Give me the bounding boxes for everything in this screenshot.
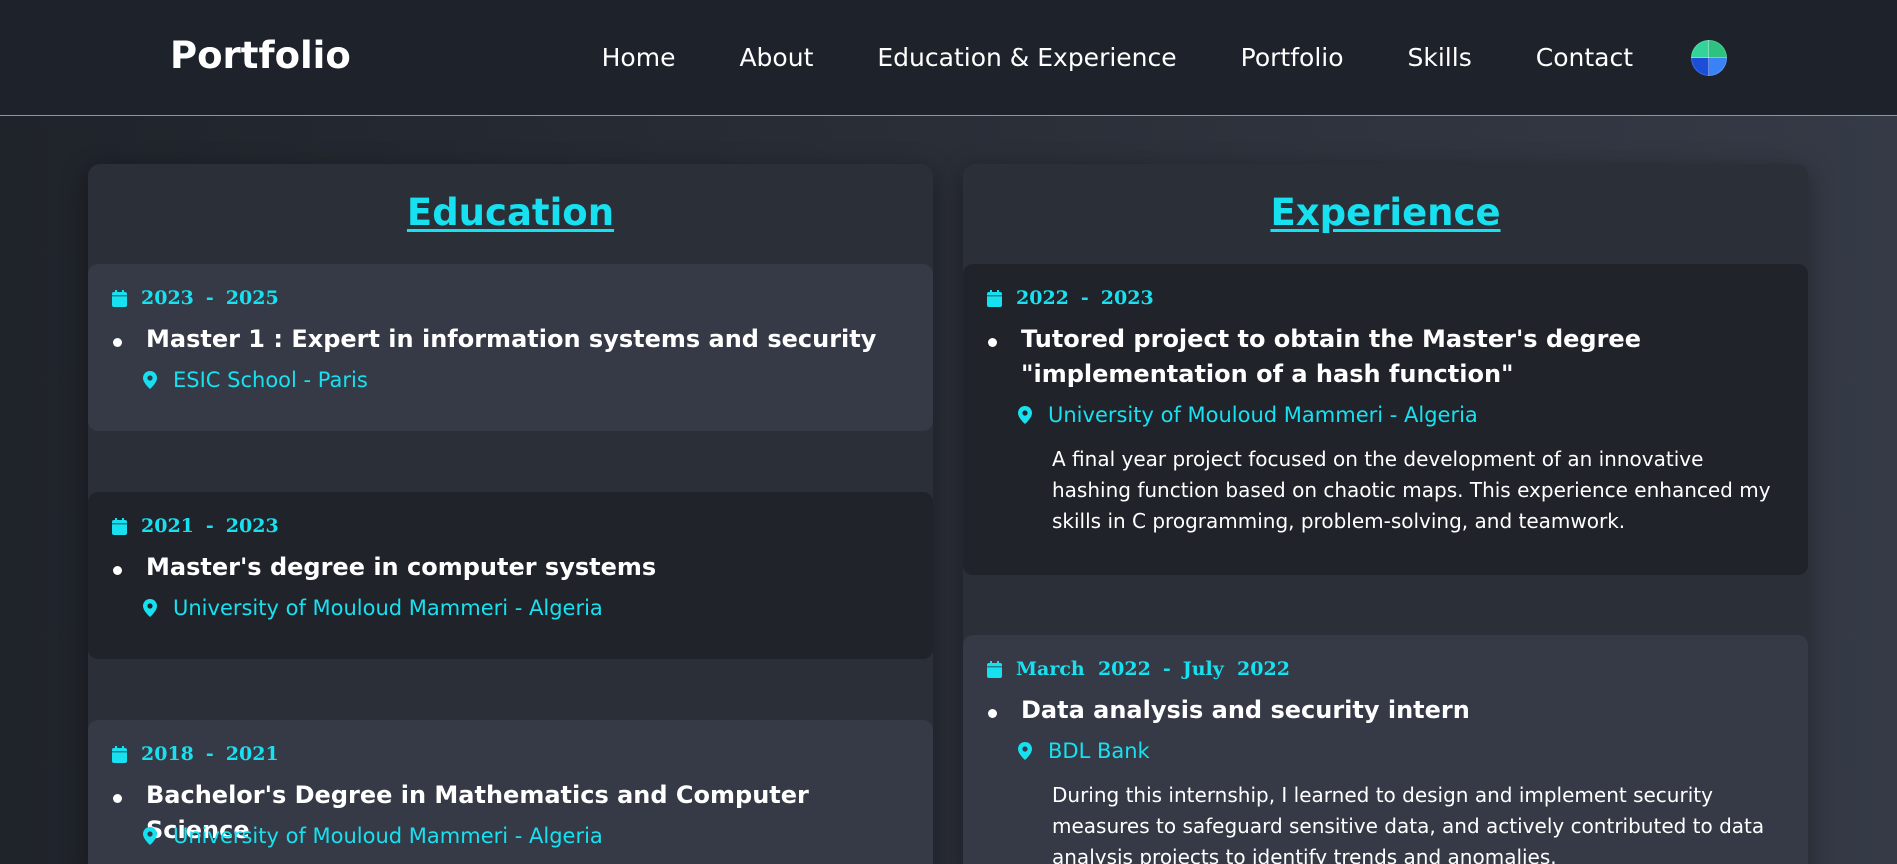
calendar-icon [112,517,127,535]
nav-link-skills[interactable]: Skills [1408,40,1472,76]
date-start: 2018 [141,743,194,765]
location-pin-icon [1018,406,1032,424]
calendar-icon [987,289,1002,307]
nav-link-portfolio[interactable]: Portfolio [1241,40,1344,76]
date-start: 2021 [141,515,194,537]
education-place: ESIC School - Paris [143,365,368,395]
date-range: 2018 - 2021 [112,742,279,766]
navbar: Portfolio Home About Education & Experie… [0,0,1897,116]
nav-link-home[interactable]: Home [602,40,676,76]
date-range: 2023 - 2025 [112,286,279,310]
place-label: University of Mouloud Mammeri - Algeria [173,596,603,620]
globe-icon[interactable] [1691,40,1727,76]
experience-description: A final year project focused on the deve… [1052,447,1771,533]
bullet-point [113,566,122,575]
bullet-point [113,794,122,803]
education-title: Master 1 : Expert in information systems… [146,325,877,353]
nav-links: Home About Education & Experience Portfo… [602,40,1727,76]
experience-title: Data analysis and security intern [1021,696,1470,724]
date-start: 2023 [141,287,194,309]
place-label: ESIC School - Paris [173,368,368,392]
calendar-icon [987,660,1002,678]
education-card: 2023 - 2025 Master 1 : Expert in informa… [88,264,933,431]
date-end: 2023 [1100,287,1154,309]
experience-card: 2022 - 2023 Tutored project to obtain th… [963,264,1808,575]
education-place: University of Mouloud Mammeri - Algeria [143,593,603,623]
experience-section: Experience 2022 - 2023 Tutored project t… [963,164,1808,864]
brand-logo[interactable]: Portfolio [170,34,351,78]
date-range: 2021 - 2023 [112,514,279,538]
bullet-point [988,709,997,718]
date-start: March 2022 [1016,658,1151,680]
location-pin-icon [1018,742,1032,760]
date-end: 2021 [225,743,279,765]
nav-link-education-experience[interactable]: Education & Experience [877,40,1176,76]
date-start: 2022 [1016,287,1069,309]
date-range: March 2022 - July 2022 [987,657,1290,681]
place-label: BDL Bank [1048,739,1150,763]
experience-heading: Experience [1270,191,1501,234]
location-pin-icon [143,371,157,389]
education-section: Education 2023 - 2025 Master 1 : Expert … [88,164,933,864]
place-label: University of Mouloud Mammeri - Algeria [173,824,603,848]
calendar-icon [112,745,127,763]
education-card: 2018 - 2021 Bachelor's Degree in Mathema… [88,720,933,864]
date-end: July 2022 [1182,658,1290,680]
bullet-point [113,338,122,347]
date-range: 2022 - 2023 [987,286,1154,310]
education-heading: Education [406,191,615,234]
experience-description: During this internship, I learned to des… [1052,783,1765,864]
education-card: 2021 - 2023 Master's degree in computer … [88,492,933,659]
nav-link-about[interactable]: About [739,40,813,76]
date-end: 2023 [225,515,279,537]
experience-card: March 2022 - July 2022 Data analysis and… [963,635,1808,864]
experience-place: University of Mouloud Mammeri - Algeria [1018,400,1478,430]
experience-place: BDL Bank [1018,736,1150,766]
place-label: University of Mouloud Mammeri - Algeria [1048,403,1478,427]
education-title: Master's degree in computer systems [146,553,657,581]
nav-link-contact[interactable]: Contact [1536,40,1633,76]
bullet-point [988,338,997,347]
experience-title: Tutored project to obtain the Master's d… [1021,325,1641,388]
location-pin-icon [143,599,157,617]
date-end: 2025 [225,287,279,309]
location-pin-icon [143,827,157,845]
calendar-icon [112,289,127,307]
education-place: University of Mouloud Mammeri - Algeria [143,821,603,851]
